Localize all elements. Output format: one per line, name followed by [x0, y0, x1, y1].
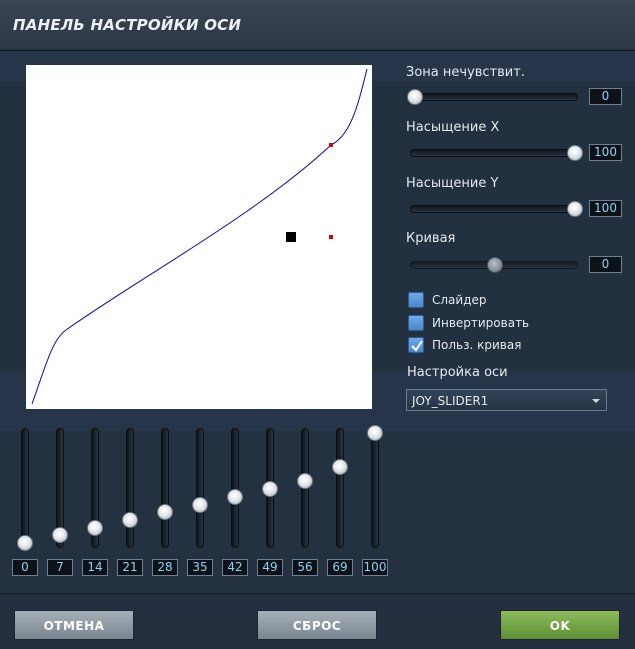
- saturation-x-slider-track[interactable]: [410, 149, 578, 157]
- axis-setting-dropdown[interactable]: JOY_SLIDER1: [406, 389, 607, 411]
- raw-input-indicator: [286, 232, 296, 242]
- curve-point-slider-track[interactable]: [21, 428, 29, 548]
- slider-checkbox[interactable]: [408, 292, 424, 308]
- curve-value[interactable]: 0: [589, 256, 622, 273]
- axis-setting-label: Настройка оси: [407, 365, 508, 380]
- invert-checkbox-label: Инвертировать: [432, 316, 530, 330]
- curve-point-slider-knob[interactable]: [87, 519, 103, 536]
- saturation-x-slider-knob[interactable]: [567, 145, 583, 161]
- panel-body: Зона нечувствит. 0 Насыщение X 100 Насыщ…: [0, 51, 635, 593]
- deadzone-label: Зона нечувствит.: [406, 65, 525, 80]
- curve-point-slider-knob[interactable]: [367, 425, 383, 441]
- curve-point-slider-track[interactable]: [336, 428, 344, 548]
- curve-point-value[interactable]: 42: [222, 559, 248, 576]
- curve-point-value[interactable]: 56: [292, 559, 318, 576]
- slider-checkbox-label: Слайдер: [432, 293, 487, 307]
- checkmark-icon: [411, 340, 423, 352]
- curve-svg: [31, 68, 368, 405]
- curve-point-value[interactable]: 69: [327, 559, 353, 576]
- custom-curve-checkbox-label: Польз. кривая: [432, 338, 522, 352]
- curve-point-value[interactable]: 7: [47, 559, 73, 576]
- deadzone-slider-knob[interactable]: [407, 89, 423, 105]
- curve-point-slider-track[interactable]: [161, 428, 169, 548]
- curve-point-slider-knob[interactable]: [17, 535, 33, 551]
- deadzone-slider-track[interactable]: [410, 93, 578, 101]
- curve-point-value[interactable]: 28: [152, 559, 178, 576]
- custom-curve-checkbox[interactable]: [408, 337, 424, 353]
- curve-point-value[interactable]: 21: [117, 559, 143, 576]
- curve-point-slider-knob[interactable]: [52, 527, 68, 544]
- curve-point-slider-knob[interactable]: [227, 488, 243, 505]
- curve-point-value[interactable]: 35: [187, 559, 213, 576]
- invert-checkbox[interactable]: [408, 315, 424, 331]
- reset-button[interactable]: СБРОС: [257, 610, 377, 640]
- ok-button[interactable]: OK: [500, 610, 620, 640]
- title-bar: ПАНЕЛЬ НАСТРОЙКИ ОСИ: [0, 0, 635, 51]
- saturation-y-label: Насыщение Y: [406, 176, 499, 191]
- curve-slider-knob[interactable]: [487, 257, 503, 273]
- curve-point-slider-knob[interactable]: [262, 481, 278, 498]
- curve-point-value[interactable]: 49: [257, 559, 283, 576]
- curve-point-slider-track[interactable]: [126, 428, 134, 548]
- axis-setting-selected: JOY_SLIDER1: [412, 394, 489, 408]
- response-curve-plot[interactable]: [26, 65, 372, 409]
- saturation-y-slider-track[interactable]: [410, 205, 578, 213]
- curve-label: Кривая: [406, 231, 456, 246]
- curve-position-marker: [329, 143, 333, 147]
- saturation-y-value[interactable]: 100: [589, 200, 622, 217]
- curve-point-value[interactable]: 100: [362, 559, 388, 576]
- footer-bar: ОТМЕНА СБРОС OK: [0, 593, 635, 649]
- curve-point-slider-track[interactable]: [371, 428, 379, 548]
- curve-point-value[interactable]: 0: [12, 559, 38, 576]
- curve-point-slider-knob[interactable]: [157, 504, 173, 521]
- output-indicator: [329, 235, 333, 239]
- chevron-down-icon: [592, 399, 600, 403]
- curve-point-slider-track[interactable]: [196, 428, 204, 548]
- curve-point-slider-knob[interactable]: [332, 459, 348, 476]
- curve-point-slider-knob[interactable]: [192, 496, 208, 513]
- saturation-y-slider-knob[interactable]: [567, 201, 583, 217]
- deadzone-value[interactable]: 0: [589, 88, 622, 105]
- cancel-button[interactable]: ОТМЕНА: [14, 610, 134, 640]
- saturation-x-value[interactable]: 100: [589, 144, 622, 161]
- curve-point-value[interactable]: 14: [82, 559, 108, 576]
- saturation-x-label: Насыщение X: [406, 120, 500, 135]
- curve-point-slider-knob[interactable]: [122, 511, 138, 528]
- panel-title: ПАНЕЛЬ НАСТРОЙКИ ОСИ: [13, 16, 242, 34]
- response-curve-line: [31, 68, 368, 405]
- curve-point-slider-knob[interactable]: [297, 473, 313, 490]
